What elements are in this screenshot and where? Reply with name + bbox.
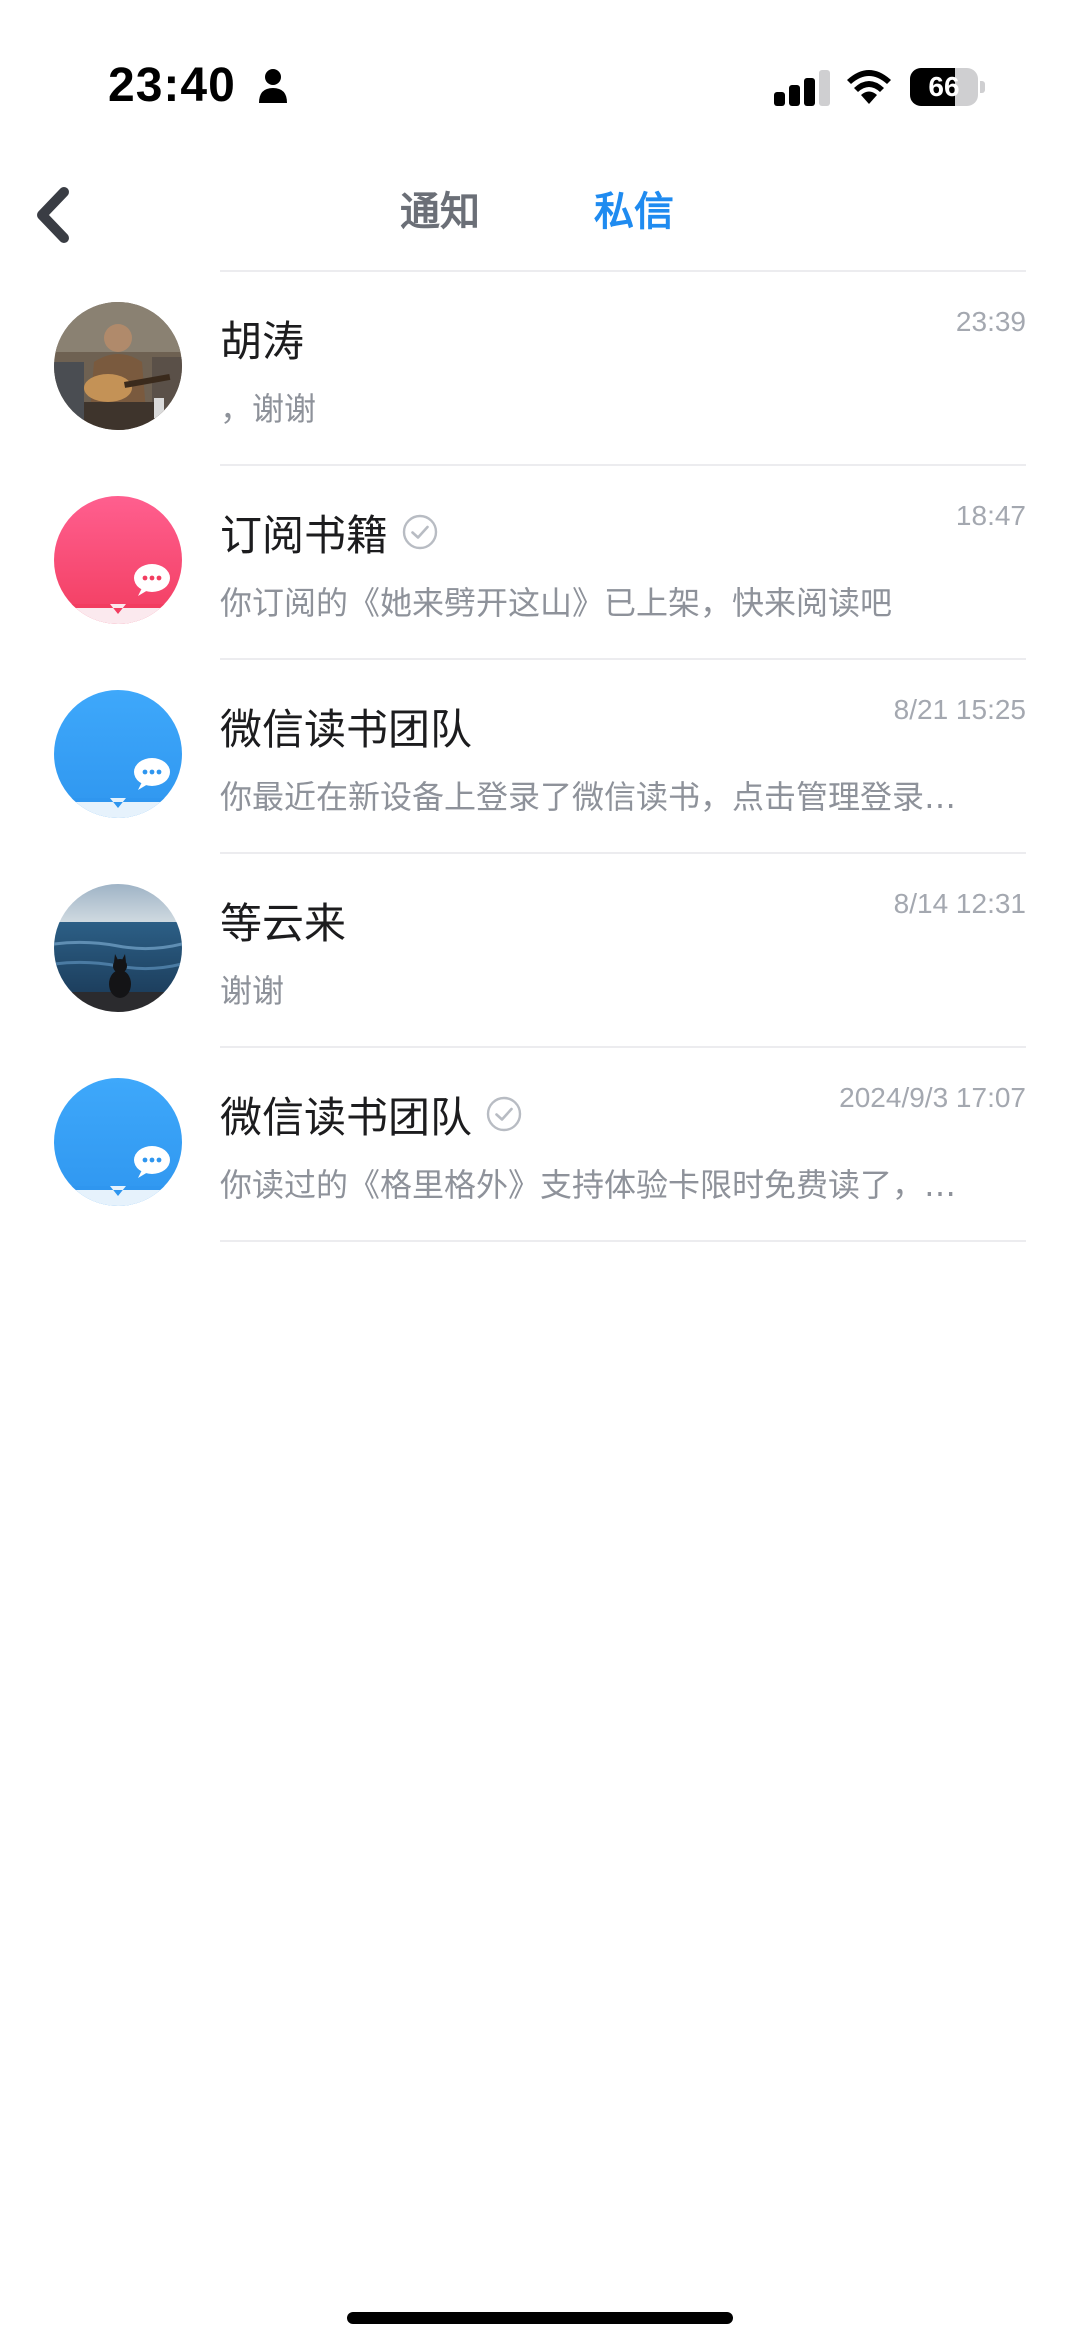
verified-check-icon <box>402 514 438 550</box>
status-bar: 23:40 66 <box>0 0 1080 160</box>
message-sender: 胡涛 <box>220 308 304 368</box>
message-time: 23:39 <box>955 306 1026 337</box>
verified-check-icon <box>486 1096 522 1132</box>
avatar-blue-message-icon <box>54 690 182 818</box>
wifi-icon <box>847 70 891 104</box>
avatar-photo-guitar-player <box>54 302 182 430</box>
battery-cap <box>980 81 985 93</box>
message-sender: 微信读书团队 <box>220 696 472 756</box>
avatar-blue-message-icon <box>54 1078 182 1206</box>
sender-name: 胡涛 <box>220 316 305 366</box>
battery-icon: 66 <box>910 68 985 106</box>
message-row-weread-team[interactable]: 微信读书团队 8/21 15:25 你最近在新设备上登录了微信读书，点击管理登录… <box>0 660 1080 852</box>
sender-name: 微信读书团队 <box>220 704 473 754</box>
message-time: 2024/9/3 17:07 <box>839 1082 1026 1113</box>
tab-private-messages[interactable]: 私信 <box>594 182 674 242</box>
home-indicator <box>347 2312 733 2324</box>
message-preview: 谢谢 <box>220 972 285 1010</box>
message-preview: 你订阅的《她来劈开这山》已上架，快来阅读吧 <box>220 584 893 622</box>
nav-bar: 通知 私信 <box>0 160 1080 270</box>
message-time: 8/14 12:31 <box>893 888 1026 919</box>
message-row-dengyunlai[interactable]: 等云来 8/14 12:31 谢谢 <box>0 854 1080 1046</box>
sender-name: 微信读书团队 <box>220 1092 473 1142</box>
message-sender: 订阅书籍 <box>220 502 438 562</box>
message-row-weread-team-verified[interactable]: 微信读书团队 2024/9/3 17:07 你读过的《格里格外》支持体验卡限时免… <box>0 1048 1080 1240</box>
tab-notifications[interactable]: 通知 <box>400 182 480 242</box>
message-time: 8/21 15:25 <box>893 694 1026 725</box>
message-sender: 等云来 <box>220 890 346 950</box>
message-row-subscribed-books[interactable]: 订阅书籍 18:47 你订阅的《她来劈开这山》已上架，快来阅读吧 <box>0 466 1080 658</box>
back-button[interactable] <box>16 170 96 260</box>
avatar-photo-cat-by-sea <box>54 884 182 1012</box>
sender-name: 订阅书籍 <box>220 510 389 560</box>
message-preview: ，谢谢 <box>220 390 317 428</box>
divider <box>220 1240 1026 1242</box>
chevron-left-icon <box>37 187 69 243</box>
battery-level: 66 <box>928 71 960 102</box>
battery-body: 66 <box>910 68 978 106</box>
screen: 23:40 66 通知 私信 胡涛 23:39 ，谢谢 订阅书籍 18:47 你… <box>0 0 1080 2348</box>
message-time: 18:47 <box>955 500 1026 531</box>
message-row-hutao[interactable]: 胡涛 23:39 ，谢谢 <box>0 272 1080 464</box>
cellular-signal-icon <box>774 70 830 106</box>
message-preview: 你读过的《格里格外》支持体验卡限时免费读了，… <box>220 1166 957 1204</box>
status-time: 23:40 <box>108 59 236 112</box>
person-icon <box>259 69 287 103</box>
message-sender: 微信读书团队 <box>220 1084 522 1144</box>
message-preview: 你最近在新设备上登录了微信读书，点击管理登录… <box>220 778 957 816</box>
sender-name: 等云来 <box>220 898 347 948</box>
avatar-pink-message-icon <box>54 496 182 624</box>
